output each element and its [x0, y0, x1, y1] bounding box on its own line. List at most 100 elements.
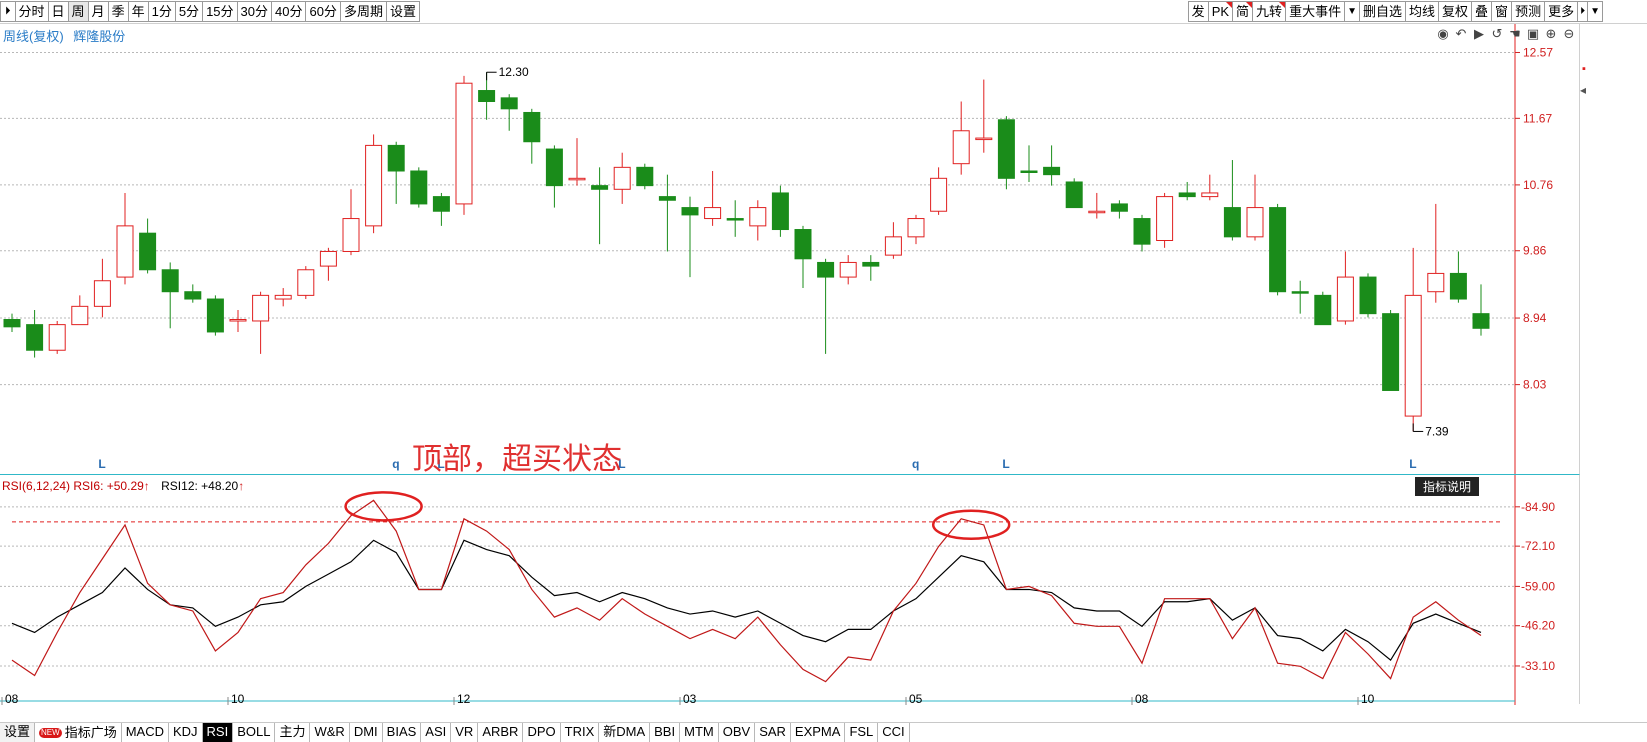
- right-strip-icons: ◂ ▪: [1580, 63, 1586, 97]
- indicator-tab[interactable]: 主力: [275, 723, 311, 742]
- rsi6-label: RSI6:: [73, 479, 104, 493]
- indicator-tab[interactable]: CCI: [878, 723, 910, 742]
- candle-body: [139, 232, 157, 271]
- undo-icon[interactable]: ↶: [1454, 26, 1468, 42]
- tool-button[interactable]: 删自选: [1358, 1, 1406, 22]
- dropdown-arrow-icon[interactable]: ▼: [1587, 1, 1603, 22]
- candle-body: [1314, 294, 1332, 326]
- candle-body: [952, 130, 970, 165]
- indicator-tab[interactable]: FSL: [845, 723, 879, 742]
- indicator-tab[interactable]: RSI: [202, 723, 234, 742]
- tool-button[interactable]: 发: [1187, 1, 1209, 22]
- signal-mark: L: [1409, 457, 1416, 471]
- tab-label: SAR: [759, 724, 786, 739]
- collapse-arrow-icon[interactable]: ⏵: [0, 1, 16, 22]
- rsi-line-chart[interactable]: -84.90 -72.10 -59.00 -46.20 -33.10 08 10 12 03 05…: [0, 475, 1580, 706]
- tool-button[interactable]: 九转: [1252, 1, 1287, 22]
- tab-label: W&R: [314, 724, 345, 739]
- period-button[interactable]: 60分: [305, 1, 341, 22]
- candle-body: [432, 196, 450, 212]
- tool-button[interactable]: 叠: [1471, 1, 1493, 22]
- eye-icon[interactable]: ◉: [1436, 26, 1450, 42]
- indicator-tab[interactable]: ASI: [421, 723, 452, 742]
- price-tick-label: 12.57: [1523, 45, 1553, 59]
- indicator-tab[interactable]: VR: [451, 723, 479, 742]
- indicator-tab[interactable]: OBV: [719, 723, 756, 742]
- indicator-tab[interactable]: DMI: [350, 723, 383, 742]
- indicator-tab[interactable]: DPO: [523, 723, 561, 742]
- new-badge: NEW: [39, 728, 62, 738]
- indicator-tab[interactable]: BIAS: [383, 723, 422, 742]
- lock-icon[interactable]: ▣: [1526, 26, 1540, 42]
- tab-label: RSI: [206, 724, 229, 739]
- candle-body: [387, 144, 405, 172]
- candle-body: [704, 207, 722, 220]
- rsi12-label: RSI12:: [161, 479, 198, 493]
- indicator-tab[interactable]: 新DMA: [599, 723, 651, 742]
- period-button[interactable]: 设置: [385, 1, 420, 22]
- period-button[interactable]: 日: [47, 1, 69, 22]
- dropdown-arrow-icon[interactable]: ▼: [1344, 1, 1360, 22]
- candle-body: [658, 196, 676, 201]
- indicator-tab[interactable]: KDJ: [169, 723, 203, 742]
- right-strip: ◂ ▪: [1580, 24, 1647, 704]
- period-button[interactable]: 5分: [174, 1, 204, 22]
- indicator-tab[interactable]: TRIX: [561, 723, 600, 742]
- candle-body: [26, 324, 44, 351]
- redo-icon[interactable]: ↺: [1490, 26, 1504, 42]
- tool-button[interactable]: 更多: [1544, 1, 1579, 22]
- tool-button[interactable]: 复权: [1438, 1, 1473, 22]
- tab-label: BOLL: [237, 724, 271, 739]
- period-button[interactable]: 月: [87, 1, 109, 22]
- price-tick-label: 10.76: [1523, 178, 1553, 192]
- zoom-out-icon[interactable]: ⊖: [1562, 26, 1576, 42]
- indicator-tab[interactable]: BBI: [650, 723, 681, 742]
- period-buttons: ⏵ 分时日周月季年 1分 5分 15分 30分 40分 60分 多周期 设置: [0, 1, 420, 22]
- indicator-tab[interactable]: SAR: [755, 723, 791, 742]
- candle-body: [1201, 192, 1219, 198]
- hand-icon[interactable]: ☚: [1508, 26, 1522, 42]
- indicator-tab[interactable]: MTM: [680, 723, 719, 742]
- indicator-tab[interactable]: EXPMA: [791, 723, 846, 742]
- period-button[interactable]: 15分: [202, 1, 238, 22]
- period-button[interactable]: 分时: [14, 1, 49, 22]
- period-button[interactable]: 1分: [147, 1, 176, 22]
- candle-body: [161, 269, 179, 293]
- period-button[interactable]: 季: [107, 1, 129, 22]
- indicator-plaza-tab[interactable]: NEW 指标广场: [35, 723, 122, 742]
- indicator-tab[interactable]: W&R: [310, 723, 350, 742]
- tool-button[interactable]: 重大事件: [1285, 1, 1346, 22]
- period-button[interactable]: 多周期: [339, 1, 387, 22]
- tool-button[interactable]: 窗: [1491, 1, 1513, 22]
- side-arrow-icon[interactable]: ◂: [1580, 83, 1586, 97]
- period-button[interactable]: 30分: [236, 1, 272, 22]
- rsi-tick-label: -72.10: [1521, 539, 1555, 553]
- tool-button[interactable]: 均线: [1405, 1, 1440, 22]
- zoom-in-icon[interactable]: ⊕: [1544, 26, 1558, 42]
- candle-body: [48, 324, 66, 351]
- candle-body: [1269, 207, 1287, 293]
- indicator-tab[interactable]: MACD: [122, 723, 169, 742]
- indicator-tab[interactable]: ARBR: [478, 723, 524, 742]
- candle-body: [229, 319, 247, 322]
- tool-button[interactable]: 简: [1232, 1, 1254, 22]
- indicator-help-button[interactable]: 指标说明: [1414, 477, 1479, 496]
- candle-body: [274, 294, 292, 300]
- candle-body: [1043, 166, 1061, 176]
- period-button[interactable]: 40分: [271, 1, 307, 22]
- candle-body: [794, 229, 812, 260]
- candle-body: [1449, 272, 1467, 300]
- candlestick-chart[interactable]: 12.57 11.67 10.76 9.86 8.94 8.03 12.30 7.39 L q L L…: [0, 24, 1580, 474]
- indicator-tab[interactable]: BOLL: [233, 723, 276, 742]
- candle-body: [410, 170, 428, 205]
- candle-body: [681, 207, 699, 216]
- tab-label: CCI: [882, 724, 905, 739]
- play-icon[interactable]: ▶: [1472, 26, 1486, 42]
- indicator-tabs: 设置 NEW 指标广场 MACD KDJ RSI BOLL 主力 W&R DMI BIAS ASI VR…: [0, 722, 1647, 742]
- period-button[interactable]: 周: [67, 1, 89, 22]
- tool-button[interactable]: PK: [1207, 1, 1234, 22]
- settings-tab[interactable]: 设置: [0, 723, 36, 742]
- tool-button[interactable]: 预测: [1511, 1, 1546, 22]
- period-button[interactable]: 年: [127, 1, 149, 22]
- tab-label: 设置: [4, 724, 31, 739]
